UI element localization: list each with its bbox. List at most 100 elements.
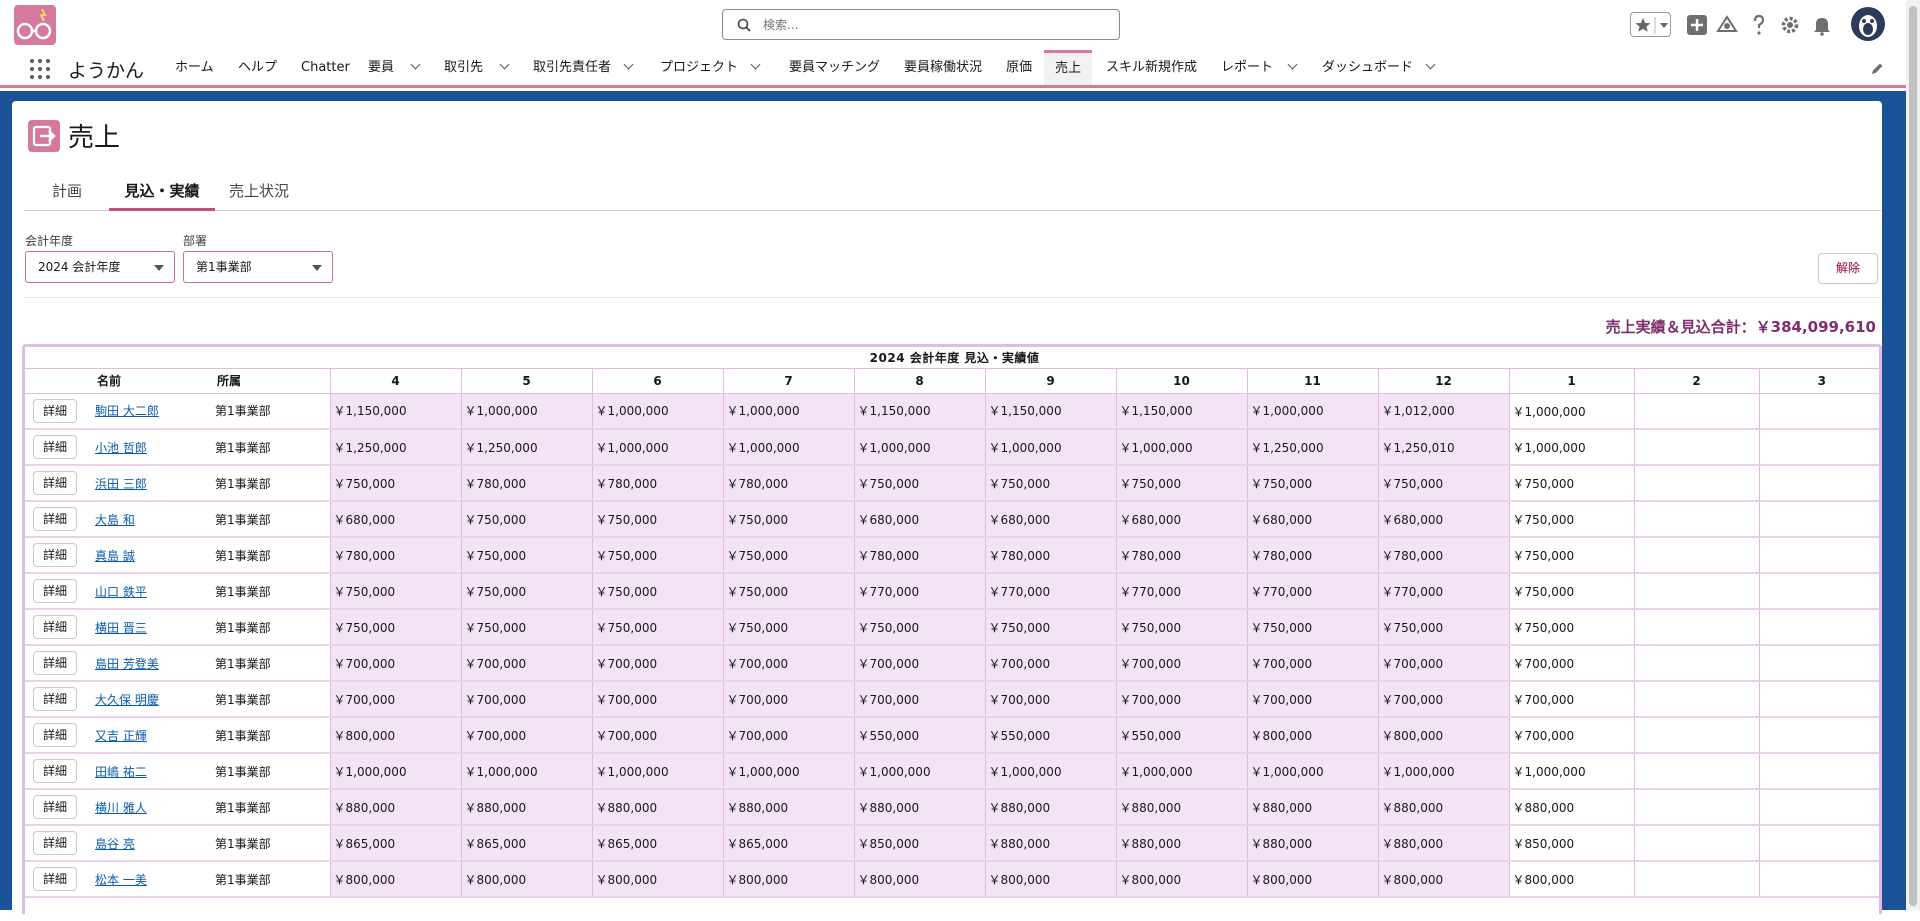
nav-item-contacts[interactable]: 取引先責任者 [533,50,634,85]
month-value-cell: ￥750,000 [329,609,461,646]
nav-item-member-matching[interactable]: 要員マッチング [789,50,880,85]
table-row: 詳細 横田 晋三 第1事業部 ￥750,000 ￥750,000 ￥750,000 ￥750… [25,609,1879,646]
favorites-button[interactable] [1630,12,1671,37]
app-logo-icon[interactable] [14,5,56,45]
detail-button[interactable]: 詳細 [33,795,77,819]
tab-forecast-actual[interactable]: 見込・実績 [109,180,215,211]
nav-item-label: スキル新規作成 [1106,60,1198,75]
month-value-cell: ￥780,000 [1246,537,1378,574]
detail-button[interactable]: 詳細 [33,579,77,603]
detail-button[interactable]: 詳細 [33,723,77,747]
month-value-cell [1633,609,1759,646]
table-row: 詳細 田嶋 祐二 第1事業部 ￥1,000,000 ￥1,000,000 ￥1,000,0… [25,753,1879,790]
month-value-cell: ￥750,000 [1115,465,1247,502]
detail-button[interactable]: 詳細 [33,651,77,675]
tab-sales-status[interactable]: 売上状況 [224,180,294,211]
month-value-cell: ￥700,000 [1377,681,1509,718]
bell-icon[interactable] [1811,14,1833,36]
month-value-cell: ￥780,000 [853,537,985,574]
chevron-down-icon[interactable] [750,59,761,70]
detail-button[interactable]: 詳細 [33,759,77,783]
member-name-link[interactable]: 駒田 大二郎 [95,404,159,418]
help-icon[interactable] [1748,14,1770,36]
month-value-cell: ￥880,000 [1377,825,1509,862]
nav-item-label: 要員マッチング [789,60,881,75]
chevron-down-icon[interactable] [623,59,634,70]
header-name: 名前 [95,368,215,394]
clear-button[interactable]: 解除 [1818,253,1878,284]
nav-item-skill-create[interactable]: スキル新規作成 [1106,50,1197,85]
detail-button[interactable]: 詳細 [33,507,77,531]
month-value-cell: ￥865,000 [329,825,461,862]
member-name-link[interactable]: 田嶋 祐二 [95,765,147,779]
member-name-link[interactable]: 松本 一美 [95,873,147,887]
member-name-link[interactable]: 横川 雅人 [95,801,147,815]
month-value-cell: ￥700,000 [1115,645,1247,682]
page-scrollbar[interactable] [1906,0,1920,910]
nav-item-cost[interactable]: 原価 [1006,50,1032,85]
search-icon [737,18,751,32]
month-value-cell: ￥800,000 [1246,861,1378,898]
chevron-down-icon[interactable] [499,59,510,70]
month-value-cell: ￥700,000 [722,681,854,718]
month-value-cell: ￥700,000 [722,717,854,754]
gear-icon[interactable] [1779,14,1801,36]
month-value-cell: ￥750,000 [329,573,461,610]
fiscal-year-select[interactable]: 2024 会計年度 [25,251,175,283]
nav-item-accounts[interactable]: 取引先 [444,50,510,85]
month-value-cell [1633,465,1759,502]
detail-button[interactable]: 詳細 [33,615,77,639]
detail-button[interactable]: 詳細 [33,543,77,567]
month-value-cell: ￥880,000 [722,789,854,826]
user-avatar[interactable] [1851,7,1885,41]
nav-item-member-utilization[interactable]: 要員稼働状況 [904,50,982,85]
month-value-cell: ￥780,000 [591,465,723,502]
detail-button[interactable]: 詳細 [33,831,77,855]
detail-button[interactable]: 詳細 [33,687,77,711]
chevron-down-icon[interactable] [1287,59,1298,70]
month-value-cell: ￥680,000 [1115,501,1247,538]
month-value-cell: ￥1,000,000 [591,429,723,466]
nav-item-help[interactable]: ヘルプ [238,50,277,85]
scrollbar-thumb[interactable] [1909,6,1917,906]
member-name-link[interactable]: 又吉 正輝 [95,729,147,743]
member-name-link[interactable]: 横田 晋三 [95,621,147,635]
member-name-link[interactable]: 島谷 亮 [95,837,135,851]
department-select[interactable]: 第1事業部 [183,251,333,283]
chevron-down-icon[interactable] [1425,59,1436,70]
detail-button[interactable]: 詳細 [33,435,77,459]
month-value-cell [1633,681,1759,718]
search-input[interactable] [761,14,1101,36]
member-name-link[interactable]: 浜田 三郎 [95,477,147,491]
member-name-link[interactable]: 小池 哲郎 [95,441,147,455]
member-name-link[interactable]: 大久保 明慶 [95,693,159,707]
nav-item-chatter[interactable]: Chatter [301,50,350,85]
detail-button[interactable]: 詳細 [33,471,77,495]
trailhead-icon[interactable] [1716,14,1738,36]
nav-item-reports[interactable]: レポート [1221,50,1298,85]
global-search-box[interactable] [722,9,1120,40]
member-name-link[interactable]: 真島 誠 [95,549,135,563]
sales-table-container: 2024 会計年度 見込・実績値 名前 所属 4 5 6 7 8 9 10 11 12 1 2 3 詳… [22,344,1882,914]
nav-item-home[interactable]: ホーム [175,50,214,85]
app-launcher-icon[interactable] [30,59,50,79]
table-row: 詳細 小池 哲郎 第1事業部 ￥1,250,000 ￥1,250,000 ￥1,000,0… [25,429,1879,466]
chevron-down-icon[interactable] [410,59,421,70]
pencil-icon[interactable] [1870,62,1884,76]
table-row: 詳細 島谷 亮第1事業部 ￥865,000 ￥865,000 ￥865,000 ￥865,… [25,825,1879,862]
detail-button[interactable]: 詳細 [33,867,77,891]
tab-plan[interactable]: 計画 [42,180,92,211]
nav-item-dashboards[interactable]: ダッシュボード [1322,50,1436,85]
detail-button[interactable]: 詳細 [33,398,77,423]
nav-item-label: 売上 [1054,61,1081,76]
month-value-cell: ￥1,250,000 [460,429,592,466]
nav-item-projects[interactable]: プロジェクト [660,50,761,85]
nav-item-members[interactable]: 要員 [368,50,421,85]
member-name-link[interactable]: 島田 芳登美 [95,657,159,671]
table-row: 詳細 山口 鉄平 第1事業部 ￥750,000 ￥750,000 ￥750,000 ￥750… [25,573,1879,610]
table-row: 詳細 真島 誠第1事業部 ￥780,000 ￥750,000 ￥750,000 ￥750,… [25,537,1879,574]
member-name-link[interactable]: 大島 和 [95,513,135,527]
add-icon[interactable] [1686,14,1708,36]
member-name-link[interactable]: 山口 鉄平 [95,585,147,599]
nav-item-sales[interactable]: 売上 [1044,50,1092,85]
